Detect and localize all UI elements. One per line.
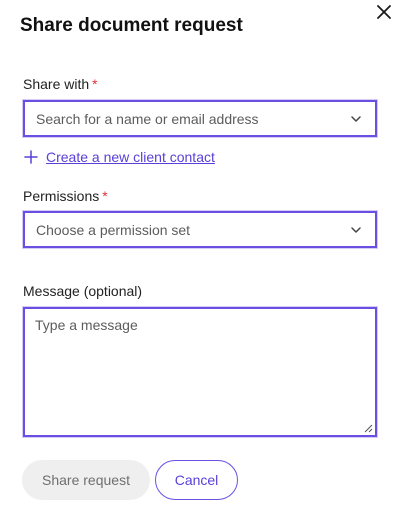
message-textarea[interactable]: Type a message xyxy=(23,307,377,437)
permissions-label-text: Permissions xyxy=(23,188,100,204)
share-with-select[interactable]: Search for a name or email address xyxy=(23,100,377,137)
required-marker: * xyxy=(92,76,98,92)
create-contact-label: Create a new client contact xyxy=(46,149,215,165)
share-request-button[interactable]: Share request xyxy=(22,460,150,500)
share-with-label: Share with * xyxy=(23,76,98,92)
close-button[interactable] xyxy=(374,2,394,22)
resize-handle-icon[interactable] xyxy=(364,424,373,433)
create-contact-link[interactable]: Create a new client contact xyxy=(24,149,215,165)
message-placeholder: Type a message xyxy=(35,317,138,333)
required-marker: * xyxy=(102,188,108,204)
share-with-label-text: Share with xyxy=(23,76,90,92)
permissions-select[interactable]: Choose a permission set xyxy=(23,211,377,248)
cancel-button[interactable]: Cancel xyxy=(155,460,238,500)
plus-icon xyxy=(24,150,38,164)
message-label: Message (optional) xyxy=(23,283,143,299)
permissions-label: Permissions * xyxy=(23,188,108,204)
share-with-placeholder: Search for a name or email address xyxy=(36,110,259,127)
permissions-placeholder: Choose a permission set xyxy=(36,221,191,238)
chevron-down-icon xyxy=(349,223,363,237)
close-icon xyxy=(374,2,394,22)
dialog-title: Share document request xyxy=(20,15,243,36)
chevron-down-icon xyxy=(349,112,363,126)
